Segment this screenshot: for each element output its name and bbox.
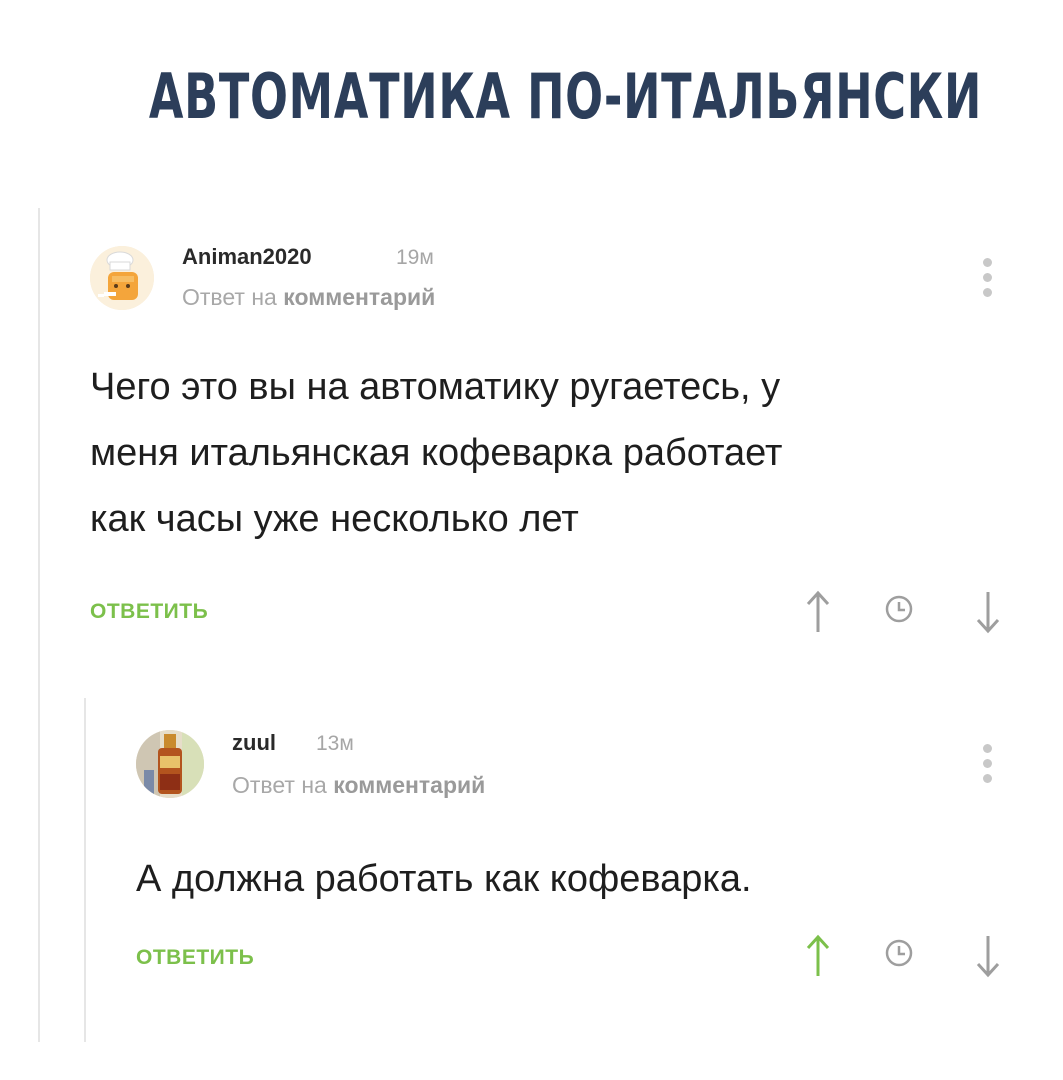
- thread-line: [84, 698, 86, 1042]
- reply-button[interactable]: ОТВЕТИТЬ: [136, 946, 254, 970]
- chef-hat-avatar-icon: [90, 246, 154, 310]
- bottle-photo-avatar-icon: [136, 730, 204, 798]
- reply-to-label: Ответ на комментарий: [232, 772, 485, 799]
- comment-text: А должна работать как кофеварка.: [136, 846, 996, 912]
- comment-text: Чего это вы на автоматику ругаетесь, у м…: [90, 354, 990, 552]
- page-title: АВТОМАТИКА ПО-ИТАЛЬЯНСКИ: [148, 60, 983, 133]
- timestamp: 19м: [396, 246, 434, 269]
- thread-line: [38, 208, 40, 1042]
- comment-text-line: как часы уже несколько лет: [90, 498, 579, 540]
- clock-icon[interactable]: [884, 938, 914, 968]
- more-options-icon[interactable]: [980, 258, 994, 302]
- upvote-arrow-icon[interactable]: [804, 934, 832, 978]
- clock-icon[interactable]: [884, 594, 914, 624]
- reply-to-comment-link[interactable]: комментарий: [283, 284, 435, 310]
- more-options-icon[interactable]: [980, 744, 994, 788]
- comment-text-line: меня итальянская кофеварка работает: [90, 432, 783, 474]
- avatar[interactable]: [136, 730, 204, 798]
- reply-to-prefix: Ответ на: [182, 284, 277, 310]
- reply-to-comment-link[interactable]: комментарий: [333, 772, 485, 798]
- reply-to-prefix: Ответ на: [232, 772, 327, 798]
- downvote-arrow-icon[interactable]: [974, 934, 1002, 978]
- comment-text-line: А должна работать как кофеварка.: [136, 858, 752, 900]
- reply-to-label: Ответ на комментарий: [182, 284, 435, 311]
- timestamp: 13м: [316, 732, 354, 755]
- avatar[interactable]: [90, 246, 154, 310]
- comment-text-line: Чего это вы на автоматику ругаетесь, у: [90, 366, 781, 408]
- reply-button[interactable]: ОТВЕТИТЬ: [90, 600, 208, 624]
- username[interactable]: zuul: [232, 730, 276, 756]
- username[interactable]: Animan2020: [182, 244, 312, 270]
- downvote-arrow-icon[interactable]: [974, 590, 1002, 634]
- upvote-arrow-icon[interactable]: [804, 590, 832, 634]
